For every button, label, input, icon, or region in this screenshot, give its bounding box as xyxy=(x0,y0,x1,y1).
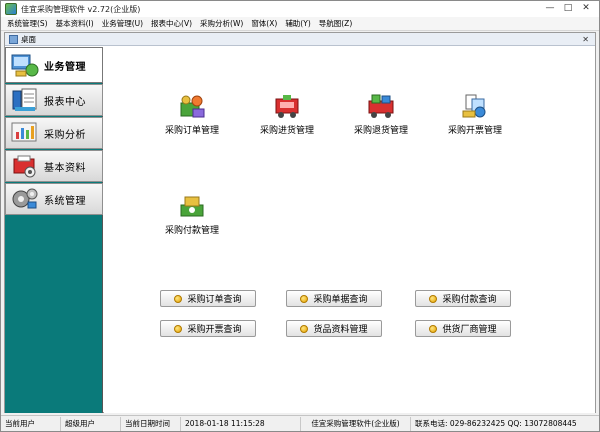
report-icon xyxy=(12,88,37,111)
analysis-icon xyxy=(11,122,37,142)
system-icon xyxy=(12,188,38,209)
desktop-title: 桌面 xyxy=(21,34,36,44)
button-label: 采购单据查询 xyxy=(313,295,368,305)
menu-navigation[interactable]: 导航图(Z) xyxy=(315,18,357,29)
purchase-return-icon xyxy=(368,94,394,118)
menu-analysis[interactable]: 采购分析(W) xyxy=(196,18,247,29)
purchase-document-query-button[interactable]: 采购单据查询 xyxy=(286,290,382,307)
window-title: 佳宜采购管理软件 v2.72(企业版) xyxy=(21,4,141,14)
status-user-value: 超级用户 xyxy=(61,416,121,431)
status-time-value: 2018-01-18 11:15:28 xyxy=(181,416,301,431)
sidebar-item-analysis[interactable]: 采购分析 xyxy=(5,117,103,149)
sidebar-item-reports[interactable]: 报表中心 xyxy=(5,84,103,116)
button-label: 供货厂商管理 xyxy=(442,325,497,335)
feature-purchase-receive[interactable]: 采购进货管理 xyxy=(239,93,335,136)
business-icon xyxy=(11,54,39,77)
main-panel: 采购订单管理 采购进货管理 采购退货管理 采购开票管理 采购付款管理 采购订单查… xyxy=(104,47,595,413)
sidebar-item-label: 报表中心 xyxy=(44,96,86,108)
supplier-management-button[interactable]: 供货厂商管理 xyxy=(415,320,511,337)
menu-system[interactable]: 系统管理(S) xyxy=(3,18,52,29)
menu-window[interactable]: 窗体(X) xyxy=(247,18,281,29)
purchase-payment-icon xyxy=(180,196,204,217)
window-controls: — □ ✕ xyxy=(541,2,595,15)
bullet-icon xyxy=(429,294,438,303)
sidebar-item-business[interactable]: 业务管理 xyxy=(5,47,103,83)
menu-bar: 系统管理(S) 基本资料(I) 业务管理(U) 报表中心(V) 采购分析(W) … xyxy=(1,17,599,31)
button-label: 采购订单查询 xyxy=(187,295,242,305)
status-time-label: 当前日期时间 xyxy=(121,416,181,431)
feature-purchase-return[interactable]: 采购退货管理 xyxy=(333,93,429,136)
feature-purchase-invoice[interactable]: 采购开票管理 xyxy=(427,93,523,136)
status-user-label: 当前用户 xyxy=(1,416,61,431)
sidebar-item-system[interactable]: 系统管理 xyxy=(5,183,103,215)
sidebar-item-label: 采购分析 xyxy=(44,129,86,141)
sidebar-item-label: 系统管理 xyxy=(44,195,86,207)
sidebar: 业务管理 报表中心 采购分析 基本资料 系统管理 xyxy=(5,47,103,413)
menu-basic-data[interactable]: 基本资料(I) xyxy=(52,18,98,29)
bullet-icon xyxy=(300,324,309,333)
status-bar: 当前用户 超级用户 当前日期时间 2018-01-18 11:15:28 佳宜采… xyxy=(1,415,599,431)
purchase-order-query-button[interactable]: 采购订单查询 xyxy=(160,290,256,307)
desktop-window: 桌面 ✕ 业务管理 报表中心 采购分析 基本资料 系统管理 采购订单管理 采购进… xyxy=(4,32,596,413)
feature-label: 采购付款管理 xyxy=(164,226,219,236)
feature-label: 采购退货管理 xyxy=(353,126,408,136)
purchase-invoice-query-button[interactable]: 采购开票查询 xyxy=(160,320,256,337)
sidebar-item-basic-data[interactable]: 基本资料 xyxy=(5,150,103,182)
title-bar[interactable]: 佳宜采购管理软件 v2.72(企业版) — □ ✕ xyxy=(1,1,599,17)
sidebar-item-label: 基本资料 xyxy=(44,162,86,174)
feature-label: 采购订单管理 xyxy=(164,126,219,136)
feature-label: 采购开票管理 xyxy=(447,126,502,136)
button-label: 货品资料管理 xyxy=(313,325,368,335)
app-icon xyxy=(5,3,17,15)
menu-business[interactable]: 业务管理(U) xyxy=(98,18,147,29)
bullet-icon xyxy=(300,294,309,303)
minimize-button[interactable]: — xyxy=(541,2,559,15)
bullet-icon xyxy=(174,324,183,333)
feature-purchase-payment[interactable]: 采购付款管理 xyxy=(144,193,240,236)
purchase-invoice-icon xyxy=(462,94,486,118)
status-phone: 联系电话: 029-86232425 QQ: 13072808445 xyxy=(415,418,577,428)
desktop-icon xyxy=(9,34,18,44)
bullet-icon xyxy=(429,324,438,333)
basic-data-icon xyxy=(13,155,36,178)
feature-purchase-order[interactable]: 采购订单管理 xyxy=(144,93,240,136)
sidebar-item-label: 业务管理 xyxy=(44,61,86,73)
button-label: 采购付款查询 xyxy=(442,295,497,305)
app-window: 佳宜采购管理软件 v2.72(企业版) — □ ✕ 系统管理(S) 基本资料(I… xyxy=(0,0,600,432)
menu-reports[interactable]: 报表中心(V) xyxy=(147,18,196,29)
desktop-close-button[interactable]: ✕ xyxy=(582,33,589,46)
maximize-button[interactable]: □ xyxy=(559,2,577,15)
desktop-title-bar[interactable]: 桌面 ✕ xyxy=(5,33,595,46)
purchase-payment-query-button[interactable]: 采购付款查询 xyxy=(415,290,511,307)
close-button[interactable]: ✕ xyxy=(577,2,595,15)
status-product: 佳宜采购管理软件(企业版) xyxy=(301,416,411,431)
purchase-order-icon xyxy=(180,95,205,118)
bullet-icon xyxy=(174,294,183,303)
purchase-receive-icon xyxy=(275,95,299,118)
goods-data-management-button[interactable]: 货品资料管理 xyxy=(286,320,382,337)
button-label: 采购开票查询 xyxy=(187,325,242,335)
feature-label: 采购进货管理 xyxy=(259,126,314,136)
menu-help[interactable]: 辅助(Y) xyxy=(281,18,314,29)
